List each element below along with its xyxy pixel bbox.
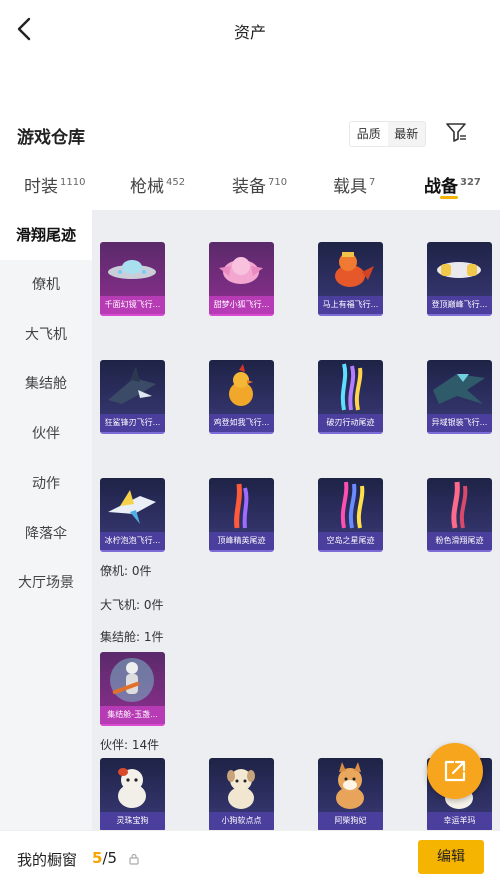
item-name: 登顶巅峰飞行... xyxy=(427,296,492,314)
page-title: 资产 xyxy=(233,23,266,42)
lock-icon xyxy=(129,853,139,865)
item-card[interactable]: 灵珠宝狗 xyxy=(100,758,165,832)
horse-glider-icon xyxy=(335,252,374,287)
item-name: 空岛之星尾迹 xyxy=(318,532,383,550)
tab-count: 327 xyxy=(460,177,481,188)
lemon-jet-glider-icon xyxy=(108,490,156,524)
category-sidebar: 滑翔尾迹 僚机 大飞机 集结舱 伙伴 动作 降落伞 大厅场景 xyxy=(0,210,92,830)
category-tabs: 时装 1110 枪械 452 装备 710 载具 7 战备 327 xyxy=(0,158,500,210)
flame-trail-icon xyxy=(234,483,249,529)
pod-figure-icon xyxy=(110,658,154,702)
sidebar-item-emote[interactable]: 动作 xyxy=(0,459,92,509)
section-pod-count: 集结舱: 1件 xyxy=(100,630,164,644)
external-link-icon xyxy=(444,760,466,782)
rainbow-trail-icon xyxy=(340,363,363,411)
item-card[interactable]: 千面幻镜飞行... xyxy=(100,242,165,316)
item-card[interactable]: 小狗软点点 xyxy=(209,758,274,832)
tab-firearms[interactable]: 枪械 452 xyxy=(130,172,185,197)
item-card[interactable]: 阿柴狗妃 xyxy=(318,758,383,832)
item-name: 马上有福飞行... xyxy=(318,296,383,314)
tab-count: 7 xyxy=(369,177,376,188)
item-name: 灵珠宝狗 xyxy=(100,812,165,830)
tab-count: 710 xyxy=(268,177,288,188)
tab-fashion[interactable]: 时装 1110 xyxy=(24,172,85,197)
edit-button[interactable]: 编辑 xyxy=(418,840,484,874)
showcase-count-current: 5 xyxy=(92,849,103,867)
item-card[interactable]: 鸡登如我飞行... xyxy=(209,360,274,434)
item-name: 集结舱-玉盏... xyxy=(100,706,165,724)
dog-partner-icon xyxy=(118,768,146,808)
item-card[interactable]: 破刃行动尾迹 xyxy=(318,360,383,434)
tab-label: 战备 xyxy=(424,177,458,197)
showcase-bar: 我的橱窗 5/5 编辑 xyxy=(0,830,500,885)
item-card[interactable]: 登顶巅峰飞行... xyxy=(427,242,492,316)
section-partner-count: 伙伴: 14件 xyxy=(100,738,160,752)
showcase-label: 我的橱窗 xyxy=(17,851,78,869)
sidebar-item-partner[interactable]: 伙伴 xyxy=(0,409,92,459)
tab-label: 载具 xyxy=(333,177,367,197)
sort-toggle: 品质 最新 xyxy=(349,121,426,147)
item-name: 顶峰精英尾迹 xyxy=(209,532,274,550)
sidebar-item-lobby-scene[interactable]: 大厅场景 xyxy=(0,558,92,608)
item-name: 阿柴狗妃 xyxy=(318,812,383,830)
item-card[interactable]: 甜梦小狐飞行... xyxy=(209,242,274,316)
item-name: 千面幻镜飞行... xyxy=(100,296,165,314)
active-tab-indicator xyxy=(440,196,458,199)
share-fab-button[interactable] xyxy=(427,743,483,799)
item-card[interactable]: 集结舱-玉盏... xyxy=(100,652,165,726)
item-name: 粉色滑翔尾迹 xyxy=(427,532,492,550)
tab-count: 452 xyxy=(166,177,186,188)
item-card[interactable]: 狂鲨锋刃飞行... xyxy=(100,360,165,434)
section-wingman-count: 僚机: 0件 xyxy=(100,564,152,578)
pink-trail-icon xyxy=(451,481,468,529)
star-trail-icon xyxy=(340,481,365,529)
item-card[interactable]: 异域银装飞行... xyxy=(427,360,492,434)
sidebar-item-pod[interactable]: 集结舱 xyxy=(0,359,92,409)
warehouse-title: 游戏仓库 xyxy=(17,128,85,148)
shark-glider-icon xyxy=(108,366,156,404)
cream-dog-partner-icon xyxy=(227,769,255,809)
showcase-count: 5/5 xyxy=(92,849,117,867)
white-jet-glider-icon xyxy=(437,262,481,278)
item-card[interactable]: 顶峰精英尾迹 xyxy=(209,478,274,552)
pink-fox-glider-icon xyxy=(219,257,263,284)
dragon-glider-icon xyxy=(433,374,485,404)
item-name: 狂鲨锋刃飞行... xyxy=(100,414,165,432)
sidebar-item-glide-trail[interactable]: 滑翔尾迹 xyxy=(0,210,92,260)
tab-label: 装备 xyxy=(232,177,266,197)
sidebar-item-wingman[interactable]: 僚机 xyxy=(0,260,92,310)
silver-ufo-glider-icon xyxy=(108,260,156,279)
sidebar-item-big-plane[interactable]: 大飞机 xyxy=(0,310,92,360)
item-name: 甜梦小狐飞行... xyxy=(209,296,274,314)
item-card[interactable]: 冰柠泡泡飞行... xyxy=(100,478,165,552)
showcase-count-total: /5 xyxy=(102,849,118,867)
item-name: 破刃行动尾迹 xyxy=(318,414,383,432)
item-name: 幸运羊玛 xyxy=(427,812,492,830)
item-name: 异域银装飞行... xyxy=(427,414,492,432)
filter-icon[interactable] xyxy=(445,121,467,143)
tab-combat-gear[interactable]: 战备 327 xyxy=(424,172,481,197)
top-bar: 资产 xyxy=(0,0,500,58)
tab-equipment[interactable]: 装备 710 xyxy=(232,172,287,197)
tab-label: 时装 xyxy=(24,177,58,197)
sort-quality-button[interactable]: 品质 xyxy=(350,122,388,146)
section-big-plane-count: 大飞机: 0件 xyxy=(100,598,164,612)
chicken-glider-icon xyxy=(229,364,253,406)
sort-newest-button[interactable]: 最新 xyxy=(388,122,426,146)
item-card[interactable]: 粉色滑翔尾迹 xyxy=(427,478,492,552)
item-card[interactable]: 马上有福飞行... xyxy=(318,242,383,316)
item-name: 冰柠泡泡飞行... xyxy=(100,532,165,550)
item-name: 鸡登如我飞行... xyxy=(209,414,274,432)
item-card[interactable]: 空岛之星尾迹 xyxy=(318,478,383,552)
sidebar-item-parachute[interactable]: 降落伞 xyxy=(0,509,92,559)
tab-label: 枪械 xyxy=(130,177,164,197)
item-name: 小狗软点点 xyxy=(209,812,274,830)
tab-vehicles[interactable]: 载具 7 xyxy=(333,172,375,197)
shiba-partner-icon xyxy=(336,762,364,809)
tab-count: 1110 xyxy=(60,177,86,188)
